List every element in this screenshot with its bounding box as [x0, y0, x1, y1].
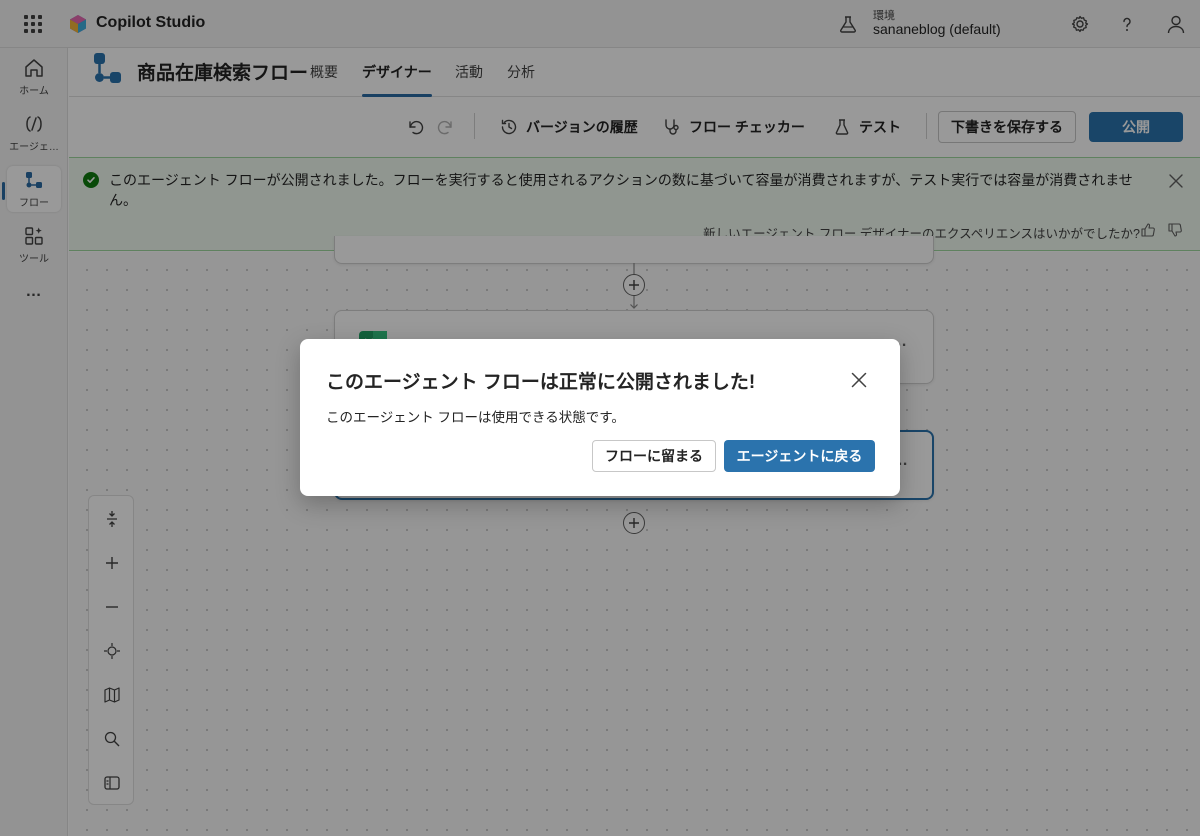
- dialog-title: このエージェント フローは正常に公開されました!: [326, 372, 756, 393]
- return-to-agent-button[interactable]: エージェントに戻る: [724, 440, 875, 472]
- stay-on-flow-button[interactable]: フローに留まる: [592, 440, 716, 472]
- publish-success-dialog: このエージェント フローは正常に公開されました! このエージェント フローは使用…: [300, 339, 900, 496]
- close-icon[interactable]: [850, 371, 868, 389]
- dialog-message: このエージェント フローは使用できる状態です。: [326, 410, 625, 425]
